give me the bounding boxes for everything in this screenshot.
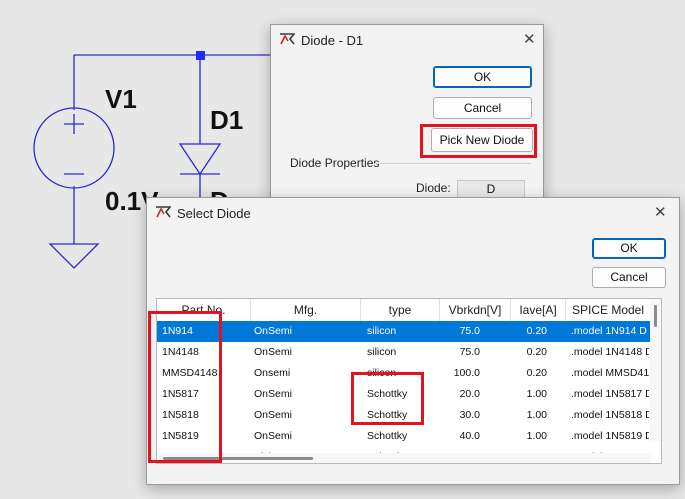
ltspice-app-icon [156,206,171,218]
table-row[interactable]: 1N914 OnSemi silicon 75.0 0.20 .model 1N… [157,321,651,342]
table-header: Part No. Mfg. type Vbrkdn[V] Iave[A] SPI… [157,299,651,322]
select-ok-button[interactable]: OK [592,238,666,259]
diode-symbol[interactable] [178,143,222,176]
diode-dialog-close-icon[interactable]: ✕ [523,30,536,48]
col-vbrkdn[interactable]: Vbrkdn[V] [440,299,511,321]
group-divider [375,163,531,164]
diode-cancel-button[interactable]: Cancel [433,97,532,119]
table-row[interactable]: MMSD4148 Onsemi silicon 100.0 0.20 .mode… [157,363,651,384]
diode-ok-button[interactable]: OK [433,66,532,88]
col-part-no[interactable]: Part No. [157,299,251,321]
diode-field-label: Diode: [416,181,451,195]
table-vertical-scrollbar[interactable] [650,299,661,441]
select-dialog-titlebar[interactable]: Select Diode ✕ [147,198,679,228]
select-dialog-close-icon[interactable]: ✕ [654,203,667,221]
horizontal-scroll-thumb[interactable] [163,457,313,460]
source-name-label[interactable]: V1 [105,84,137,115]
diode-dialog-title: Diode - D1 [301,33,364,48]
table-row[interactable]: 1N5817 OnSemi Schottky 20.0 1.00 .model … [157,384,651,405]
diode-field-value[interactable]: D [457,180,525,198]
vertical-scroll-thumb[interactable] [654,305,657,327]
ltspice-app-icon [280,33,295,45]
diode-table[interactable]: Part No. Mfg. type Vbrkdn[V] Iave[A] SPI… [156,298,662,464]
table-row[interactable]: 1N5818 OnSemi Schottky 30.0 1.00 .model … [157,405,651,426]
diode-properties-group-label: Diode Properties [290,156,380,170]
diode-name-label[interactable]: D1 [210,105,243,136]
table-row[interactable]: 1N4148 OnSemi silicon 75.0 0.20 .model 1… [157,342,651,363]
voltage-source-symbol[interactable] [33,107,115,189]
diode-dialog-titlebar[interactable]: Diode - D1 ✕ [271,25,543,55]
table-row[interactable]: 1N5819 OnSemi Schottky 40.0 1.00 .model … [157,426,651,447]
col-mfg[interactable]: Mfg. [251,299,361,321]
ground-symbol [48,243,100,269]
select-dialog-title: Select Diode [177,206,251,221]
table-horizontal-scrollbar[interactable] [157,453,651,463]
select-cancel-button[interactable]: Cancel [592,267,666,288]
junction-node[interactable] [196,51,205,60]
col-iave[interactable]: Iave[A] [511,299,566,321]
col-type[interactable]: type [361,299,440,321]
pick-new-diode-button[interactable]: Pick New Diode [431,128,533,152]
col-spice-model[interactable]: SPICE Model [566,299,651,321]
